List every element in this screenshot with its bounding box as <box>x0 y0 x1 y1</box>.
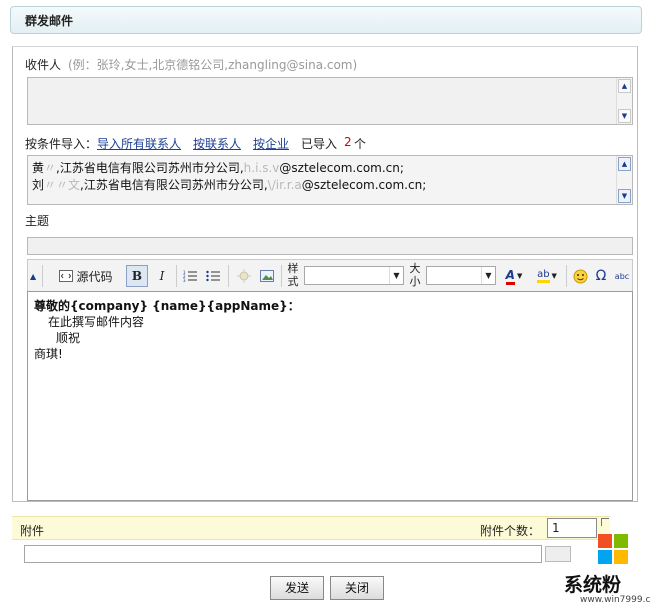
toolbar-divider <box>228 265 229 287</box>
chevron-down-icon: ▼ <box>516 272 523 280</box>
scroll-down-icon[interactable]: ▼ <box>618 109 631 123</box>
smiley-icon <box>573 269 587 283</box>
font-color-icon: A <box>505 268 515 285</box>
editor-line: 在此撰写邮件内容 <box>48 315 145 329</box>
watermark-url: www.win7999.com <box>580 595 650 605</box>
file-path-input[interactable] <box>24 545 542 563</box>
imported-count: 2 <box>344 135 352 149</box>
sparkle-icon <box>237 269 251 283</box>
unordered-list-button[interactable] <box>203 265 223 287</box>
italic-button[interactable]: I <box>152 265 172 287</box>
editor-line: 顺祝 <box>56 331 81 345</box>
unordered-list-icon <box>206 270 220 282</box>
scroll-down-icon[interactable]: ▼ <box>618 189 631 203</box>
watermark-brand: 系统粉 <box>564 574 622 596</box>
watermark-logo: 系统粉 www.win7999.com <box>564 524 650 609</box>
font-color-button[interactable]: A ▼ <box>500 265 528 287</box>
contact-line: 黄〃,江苏省电信有限公司苏州市分公司,h.i.s.v@sztelecom.com… <box>32 161 404 175</box>
bold-button[interactable]: B <box>126 265 148 287</box>
editor-line: 商琪! <box>34 347 63 361</box>
smiley-disabled-button[interactable] <box>234 265 254 287</box>
import-all-contacts-link[interactable]: 导入所有联系人 <box>97 135 181 152</box>
toolbar-divider <box>281 265 282 287</box>
toolbar-divider <box>42 265 43 287</box>
subject-label: 主题 <box>25 214 50 228</box>
import-label: 按条件导入： <box>25 137 98 151</box>
close-button[interactable]: 关闭 <box>330 576 384 600</box>
contacts-scrollbar[interactable]: ▲ ▼ <box>616 156 632 204</box>
windows-logo-icon <box>598 534 628 564</box>
source-code-icon <box>59 270 74 282</box>
recipients-scrollbar[interactable]: ▲ ▼ <box>616 78 632 124</box>
page-title: 群发邮件 <box>25 14 74 28</box>
attachment-label: 附件 <box>20 524 45 538</box>
style-select[interactable]: ▼ <box>304 266 404 285</box>
size-select[interactable]: ▼ <box>426 266 496 285</box>
recipients-hint: (例：张玲,女士,北京德铭公司,zhangling@sina.com) <box>68 58 358 72</box>
insert-image-button[interactable] <box>257 265 277 287</box>
image-icon <box>260 270 274 282</box>
attachment-count-label: 附件个数： <box>480 524 541 538</box>
recipients-input[interactable]: ▲ ▼ <box>27 77 633 125</box>
contacts-list[interactable]: 黄〃,江苏省电信有限公司苏州市分公司,h.i.s.v@sztelecom.com… <box>27 155 633 205</box>
compose-panel: 收件人 (例：张玲,女士,北京德铭公司,zhangling@sina.com) … <box>12 46 638 502</box>
import-by-company-link[interactable]: 按企业 <box>253 135 289 152</box>
svg-text:3: 3 <box>183 278 186 282</box>
chevron-down-icon: ▼ <box>389 267 403 284</box>
emoticon-button[interactable] <box>570 265 590 287</box>
import-by-contact-link[interactable]: 按联系人 <box>193 135 241 152</box>
ordered-list-icon: 123 <box>183 270 197 282</box>
toolbar-collapse-icon[interactable]: ▲ <box>30 272 36 292</box>
scroll-up-icon[interactable]: ▲ <box>618 157 631 171</box>
subject-input[interactable] <box>27 237 633 255</box>
chevron-down-icon: ▼ <box>551 272 557 280</box>
recipients-label: 收件人 <box>25 58 62 72</box>
special-char-button[interactable]: Ω <box>592 265 610 287</box>
imported-prefix: 已导入 <box>301 137 338 151</box>
editor-toolbar: ▲ 源代码 B I 123 样式 ▼ 大小 ▼ A ▼ ab ▼ Ω abc <box>27 259 633 291</box>
size-label: 大小 <box>409 262 421 288</box>
editor-line: 尊敬的{company} {name}{appName}： <box>34 299 300 313</box>
source-code-label: 源代码 <box>76 269 113 284</box>
message-editor[interactable]: 尊敬的{company} {name}{appName}： 在此撰写邮件内容 顺… <box>27 291 633 501</box>
send-button[interactable]: 发送 <box>270 576 324 600</box>
imported-suffix: 个 <box>354 137 367 151</box>
ordered-list-button[interactable]: 123 <box>180 265 200 287</box>
browse-button[interactable] <box>545 546 571 562</box>
toolbar-divider <box>176 265 177 287</box>
contact-line: 刘〃〃文,江苏省电信有限公司苏州市分公司,\/ir.r.a@sztelecom.… <box>32 178 427 192</box>
title-bar: 群发邮件 <box>10 6 642 34</box>
scroll-up-icon[interactable]: ▲ <box>618 79 631 93</box>
source-code-button[interactable]: 源代码 <box>50 265 122 287</box>
spellcheck-button[interactable]: abc <box>612 265 632 287</box>
chevron-down-icon: ▼ <box>481 267 495 284</box>
toolbar-divider <box>566 265 567 287</box>
style-label: 样式 <box>287 262 299 288</box>
attachment-bar: 附件 附件个数： <box>12 516 610 540</box>
highlight-icon: ab <box>537 269 550 283</box>
highlight-color-button[interactable]: ab ▼ <box>532 265 562 287</box>
